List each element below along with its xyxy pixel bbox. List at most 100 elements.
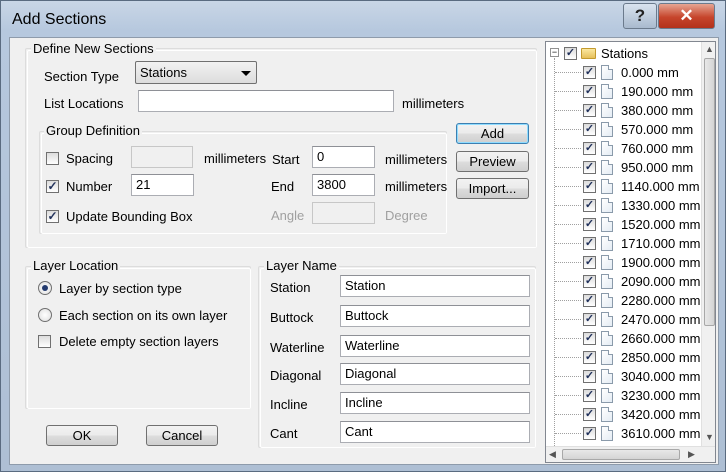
tree-item-checkbox[interactable]: ✓ [583,123,596,136]
scroll-left-icon[interactable]: ◀ [549,449,556,460]
tree-item-checkbox[interactable]: ✓ [583,66,596,79]
tree-item-checkbox[interactable]: ✓ [583,408,596,421]
section-type-value: Stations [140,65,187,80]
preview-button[interactable]: Preview [456,151,529,172]
number-input[interactable]: 21 [131,174,194,196]
help-button[interactable]: ? [623,3,657,29]
angle-units: Degree [385,208,428,223]
sections-tree[interactable]: − ✓ Stations ✓ 0.000 mm ✓ 190.000 mm ✓ 380.000 m… [545,41,716,463]
tree-item-checkbox[interactable]: ✓ [583,332,596,345]
tree-horizontal-scrollbar[interactable]: ◀ ▶ [546,446,715,462]
tree-item-label: 190.000 mm [621,84,694,99]
document-icon [601,236,613,251]
tree-item-label: 1520.000 mm [621,217,701,232]
list-locations-input[interactable] [138,90,394,112]
start-input[interactable]: 0 [312,146,375,168]
section-type-select[interactable]: Stations [135,61,257,84]
tree-item-checkbox[interactable]: ✓ [583,199,596,212]
tree-connector [555,281,581,282]
layer-name-input[interactable]: Waterline [340,335,530,357]
tree-item-checkbox[interactable]: ✓ [583,161,596,174]
tree-item[interactable]: ✓ 0.000 mm [546,63,706,82]
tree-item[interactable]: ✓ 2090.000 mm [546,272,706,291]
tree-item[interactable]: ✓ 1710.000 mm [546,234,706,253]
document-icon [601,407,613,422]
scroll-down-icon[interactable]: ▼ [705,432,714,442]
tree-item[interactable]: ✓ 380.000 mm [546,101,706,120]
tree-item[interactable]: ✓ 3610.000 mm [546,424,706,443]
document-icon [601,350,613,365]
tree-item-checkbox[interactable]: ✓ [583,294,596,307]
layer-name-input[interactable]: Diagonal [340,363,530,385]
layer-by-type-label: Layer by section type [59,281,182,296]
import-button[interactable]: Import... [456,178,529,199]
tree-item[interactable]: ✓ 1520.000 mm [546,215,706,234]
section-type-label: Section Type [44,69,119,84]
own-layer-radio[interactable] [38,308,52,322]
collapse-icon[interactable]: − [550,48,559,57]
tree-item-checkbox[interactable]: ✓ [583,180,596,193]
layer-name-input[interactable]: Cant [340,421,530,443]
tree-hscroll-thumb[interactable] [562,449,680,460]
update-bounding-box-checkbox[interactable]: ✓ [46,210,59,223]
end-label: End [271,179,295,194]
tree-item-checkbox[interactable]: ✓ [583,237,596,250]
tree-item-checkbox[interactable]: ✓ [583,218,596,231]
tree-vertical-scrollbar[interactable]: ▲ ▼ [701,42,715,446]
tree-item[interactable]: ✓ 1900.000 mm [546,253,706,272]
layer-name-input[interactable]: Station [340,275,530,297]
window-title: Add Sections [12,11,107,28]
tree-item[interactable]: ✓ 1330.000 mm [546,196,706,215]
tree-item[interactable]: ✓ 2280.000 mm [546,291,706,310]
cancel-button[interactable]: Cancel [146,425,218,446]
add-button[interactable]: Add [456,123,529,144]
tree-item-checkbox[interactable]: ✓ [583,275,596,288]
tree-item[interactable]: ✓ 2660.000 mm [546,329,706,348]
tree-item-checkbox[interactable]: ✓ [583,104,596,117]
tree-item-checkbox[interactable]: ✓ [583,85,596,98]
spacing-checkbox[interactable] [46,152,59,165]
tree-item[interactable]: ✓ 1140.000 mm [546,177,706,196]
tree-root-item[interactable]: − ✓ Stations [546,44,706,63]
tree-scroll-thumb[interactable] [704,58,715,326]
scroll-up-icon[interactable]: ▲ [705,44,714,54]
tree-item[interactable]: ✓ 570.000 mm [546,120,706,139]
chevron-down-icon [241,71,251,76]
layer-name-input[interactable]: Incline [340,392,530,414]
tree-item-checkbox[interactable]: ✓ [583,256,596,269]
tree-item[interactable]: ✓ 2470.000 mm [546,310,706,329]
start-label: Start [272,152,300,167]
tree-item-checkbox[interactable]: ✓ [583,389,596,402]
tree-connector [555,414,581,415]
spacing-input[interactable] [131,146,193,168]
tree-item[interactable]: ✓ 2850.000 mm [546,348,706,367]
tree-item-label: 2850.000 mm [621,350,701,365]
number-checkbox[interactable]: ✓ [46,180,59,193]
tree-item-checkbox[interactable]: ✓ [583,351,596,364]
tree-item[interactable]: ✓ 760.000 mm [546,139,706,158]
angle-input[interactable] [312,202,375,224]
tree-connector [555,433,581,434]
scroll-right-icon[interactable]: ▶ [688,449,695,460]
tree-connector [555,129,581,130]
tree-connector [555,376,581,377]
tree-root-checkbox[interactable]: ✓ [564,47,577,60]
end-input[interactable]: 3800 [312,174,375,196]
tree-item[interactable]: ✓ 190.000 mm [546,82,706,101]
tree-connector [555,72,581,73]
close-button[interactable]: ✕ [658,3,715,29]
tree-item-checkbox[interactable]: ✓ [583,427,596,440]
tree-item[interactable]: ✓ 950.000 mm [546,158,706,177]
title-bar[interactable]: Add Sections ? ✕ [1,1,725,37]
delete-empty-layers-checkbox[interactable] [38,335,51,348]
tree-item-checkbox[interactable]: ✓ [583,370,596,383]
tree-item-checkbox[interactable]: ✓ [583,142,596,155]
layer-name-label: Diagonal [270,368,322,383]
tree-item[interactable]: ✓ 3420.000 mm [546,405,706,424]
tree-item[interactable]: ✓ 3040.000 mm [546,367,706,386]
ok-button[interactable]: OK [46,425,118,446]
tree-item-checkbox[interactable]: ✓ [583,313,596,326]
layer-name-input[interactable]: Buttock [340,305,530,327]
layer-by-type-radio[interactable] [38,281,52,295]
tree-item[interactable]: ✓ 3230.000 mm [546,386,706,405]
